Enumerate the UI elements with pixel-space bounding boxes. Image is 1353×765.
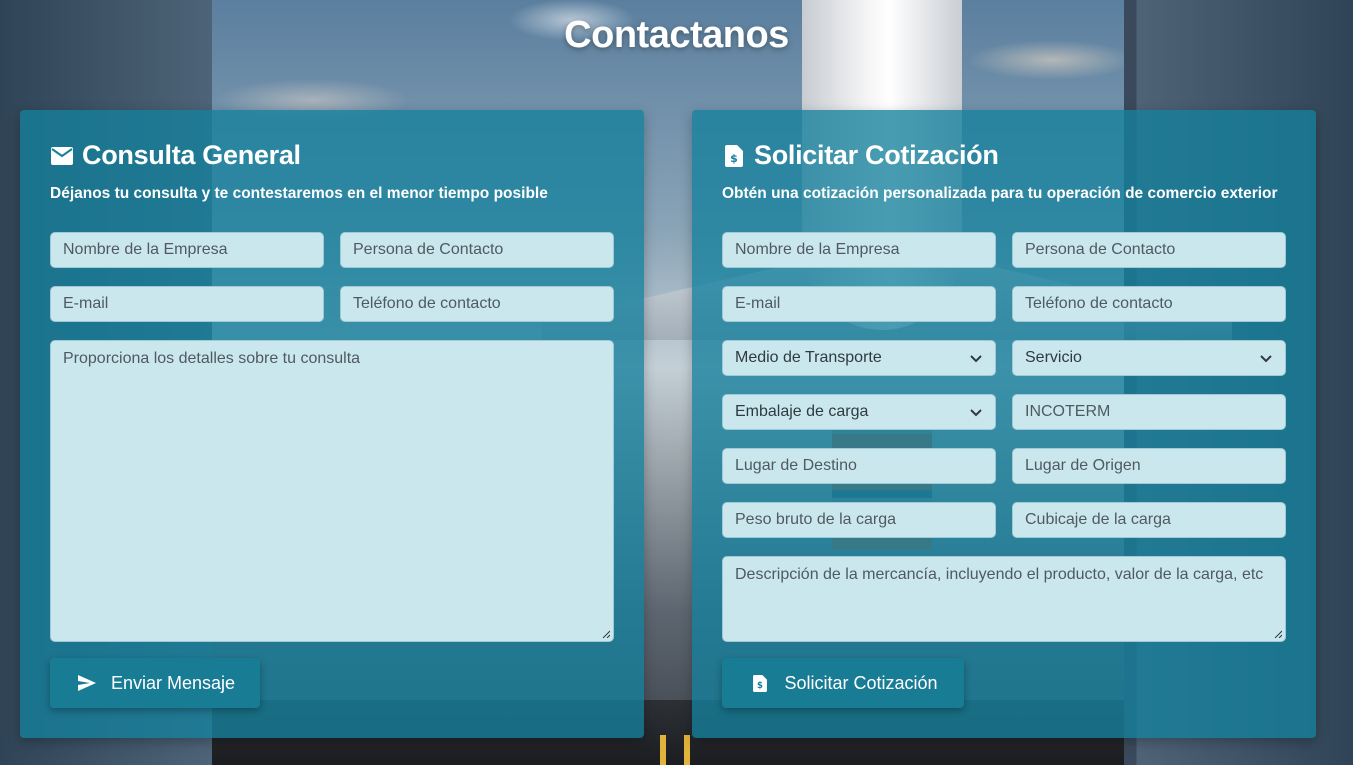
cargo-volume-input[interactable]: Cubicaje de la carga <box>1012 502 1286 538</box>
packaging-select[interactable]: Embalaje de carga <box>722 394 996 430</box>
email-input[interactable]: E-mail <box>50 286 324 322</box>
quote-company-name-input[interactable]: Nombre de la Empresa <box>722 232 996 268</box>
quote-request-subtitle: Obtén una cotización personalizada para … <box>722 185 1278 202</box>
transport-select[interactable]: Medio de Transporte <box>722 340 996 376</box>
mail-icon <box>50 144 74 168</box>
general-inquiry-title: Consulta General <box>82 140 301 170</box>
send-icon <box>75 671 99 695</box>
chevron-down-icon <box>970 355 982 363</box>
incoterm-input[interactable]: INCOTERM <box>1012 394 1286 430</box>
packaging-select-value: Embalaje de carga <box>735 403 869 420</box>
contact-person-input[interactable]: Persona de Contacto <box>340 232 614 268</box>
request-quote-label: Solicitar Cotización <box>784 672 938 693</box>
runway-line <box>660 735 666 765</box>
phone-input[interactable]: Teléfono de contacto <box>340 286 614 322</box>
resize-handle-icon[interactable] <box>1274 630 1282 638</box>
general-inquiry-card: Consulta General Déjanos tu consulta y t… <box>20 110 644 738</box>
gross-weight-input[interactable]: Peso bruto de la carga <box>722 502 996 538</box>
quote-phone-input[interactable]: Teléfono de contacto <box>1012 286 1286 322</box>
service-select-value: Servicio <box>1025 349 1082 366</box>
quote-request-card: $ Solicitar Cotización Obtén una cotizac… <box>692 110 1316 738</box>
quote-contact-person-input[interactable]: Persona de Contacto <box>1012 232 1286 268</box>
destination-input[interactable]: Lugar de Destino <box>722 448 996 484</box>
runway-line <box>684 735 690 765</box>
general-inquiry-header: Consulta General <box>50 140 301 171</box>
send-message-label: Enviar Mensaje <box>110 672 236 693</box>
svg-text:$: $ <box>730 152 738 165</box>
message-placeholder: Proporciona los detalles sobre tu consul… <box>63 350 361 367</box>
origin-input[interactable]: Lugar de Origen <box>1012 448 1286 484</box>
invoice-dollar-icon: $ <box>722 144 746 168</box>
chevron-down-icon <box>1260 355 1272 363</box>
goods-description-placeholder: Descripción de la mercancía, incluyendo … <box>735 566 1264 583</box>
goods-description-textarea[interactable]: Descripción de la mercancía, incluyendo … <box>722 556 1286 642</box>
resize-handle-icon[interactable] <box>602 630 610 638</box>
send-message-button[interactable]: Enviar Mensaje <box>50 658 260 708</box>
invoice-dollar-icon: $ <box>748 671 772 695</box>
svg-text:$: $ <box>758 681 764 691</box>
quote-email-input[interactable]: E-mail <box>722 286 996 322</box>
chevron-down-icon <box>970 409 982 417</box>
quote-request-title: Solicitar Cotización <box>754 140 999 170</box>
general-inquiry-subtitle: Déjanos tu consulta y te contestaremos e… <box>50 185 548 202</box>
quote-request-header: $ Solicitar Cotización <box>722 140 999 171</box>
company-name-input[interactable]: Nombre de la Empresa <box>50 232 324 268</box>
request-quote-button[interactable]: $ Solicitar Cotización <box>722 658 964 708</box>
transport-select-value: Medio de Transporte <box>735 349 882 366</box>
service-select[interactable]: Servicio <box>1012 340 1286 376</box>
page-title: Contactanos <box>564 14 789 56</box>
message-textarea[interactable]: Proporciona los detalles sobre tu consul… <box>50 340 614 642</box>
